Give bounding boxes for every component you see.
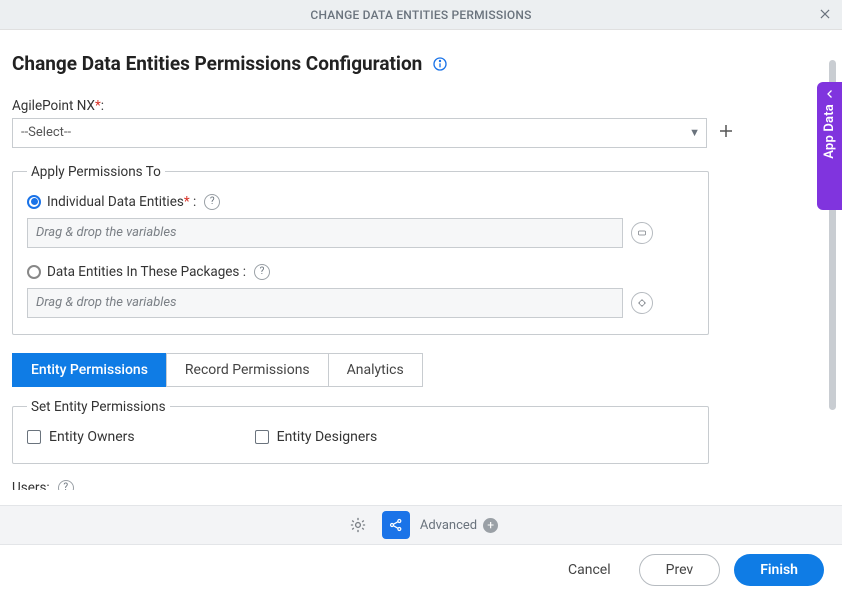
radio-individual-suffix: : <box>190 194 197 210</box>
footer-toolbar: Advanced + <box>0 505 842 545</box>
radio-dot <box>31 198 38 205</box>
dialog-header-title: CHANGE DATA ENTITIES PERMISSIONS <box>310 8 531 22</box>
plus-circle-icon: + <box>483 518 498 533</box>
tab-record-permissions[interactable]: Record Permissions <box>166 353 329 387</box>
apply-permissions-fieldset: Apply Permissions To Individual Data Ent… <box>12 164 709 335</box>
agilepoint-select-row: --Select-- ▼ <box>12 118 816 148</box>
agilepoint-label-text: AgilePoint NX <box>12 98 95 114</box>
agilepoint-label: AgilePoint NX*: <box>12 98 816 114</box>
radio-individual-row: Individual Data Entities* : ? <box>27 194 694 210</box>
plus-icon <box>717 122 735 140</box>
entity-slot-icon[interactable] <box>631 222 653 244</box>
tabs: Entity Permissions Record Permissions An… <box>12 353 709 387</box>
gear-icon <box>349 516 367 534</box>
dropzone-placeholder-2: Drag & drop the variables <box>36 295 177 310</box>
close-icon[interactable] <box>818 6 832 25</box>
page-title: Change Data Entities Permissions Configu… <box>12 52 422 75</box>
chevron-left-icon <box>824 88 836 100</box>
tab-entity-permissions[interactable]: Entity Permissions <box>12 353 167 387</box>
checkbox-entity-designers[interactable]: Entity Designers <box>255 429 378 445</box>
dropzone-placeholder: Drag & drop the variables <box>36 225 177 240</box>
checkbox-entity-owners[interactable]: Entity Owners <box>27 429 135 445</box>
set-entity-permissions-fieldset: Set Entity Permissions Entity Owners Ent… <box>12 399 709 464</box>
share-icon <box>388 517 404 533</box>
info-icon[interactable] <box>432 56 448 76</box>
agilepoint-select-value: --Select-- <box>21 125 71 140</box>
footer: Advanced + Cancel Prev Finish <box>0 505 842 595</box>
page-title-row: Change Data Entities Permissions Configu… <box>12 52 816 76</box>
finish-button[interactable]: Finish <box>734 554 824 586</box>
checkbox-box <box>27 430 41 444</box>
help-icon-2[interactable]: ? <box>254 264 270 280</box>
help-icon[interactable]: ? <box>204 194 220 210</box>
individual-dropzone[interactable]: Drag & drop the variables <box>27 218 623 248</box>
settings-button[interactable] <box>344 511 372 539</box>
footer-actions: Cancel Prev Finish <box>0 545 842 595</box>
apply-permissions-legend: Apply Permissions To <box>27 164 165 180</box>
cancel-button[interactable]: Cancel <box>554 554 625 586</box>
content-area: App Data Change Data Entities Permission… <box>0 30 842 490</box>
help-icon-3[interactable]: ? <box>58 480 74 490</box>
users-row: Users: ? <box>12 480 816 490</box>
radio-packages-row: Data Entities In These Packages : ? <box>27 264 694 280</box>
side-tab-label: App Data <box>822 104 837 159</box>
dialog-header: CHANGE DATA ENTITIES PERMISSIONS <box>0 0 842 30</box>
chevron-down-icon: ▼ <box>689 126 700 139</box>
agilepoint-select[interactable]: --Select-- ▼ <box>12 118 707 148</box>
advanced-label: Advanced <box>420 518 477 533</box>
checkbox-box-2 <box>255 430 269 444</box>
radio-individual-text: Individual Data Entities <box>47 194 184 210</box>
set-entity-permissions-legend: Set Entity Permissions <box>27 399 170 415</box>
checkbox-entity-designers-label: Entity Designers <box>277 429 378 445</box>
radio-packages[interactable] <box>27 265 41 279</box>
packages-dropzone-row: Drag & drop the variables <box>27 288 694 318</box>
radio-individual-label: Individual Data Entities* : <box>47 194 196 210</box>
add-button[interactable] <box>717 122 735 144</box>
share-button[interactable] <box>382 511 410 539</box>
checkbox-entity-owners-label: Entity Owners <box>49 429 135 445</box>
label-colon: : <box>101 98 104 114</box>
users-label: Users: <box>12 480 50 490</box>
checkbox-row: Entity Owners Entity Designers <box>27 429 694 445</box>
prev-button[interactable]: Prev <box>639 554 721 586</box>
advanced-toggle[interactable]: Advanced + <box>420 518 498 533</box>
radio-packages-label: Data Entities In These Packages : <box>47 264 246 280</box>
individual-dropzone-row: Drag & drop the variables <box>27 218 694 248</box>
tab-analytics[interactable]: Analytics <box>328 353 423 387</box>
side-tab-app-data[interactable]: App Data <box>817 82 842 210</box>
radio-individual[interactable] <box>27 195 41 209</box>
packages-dropzone[interactable]: Drag & drop the variables <box>27 288 623 318</box>
main-content: Change Data Entities Permissions Configu… <box>0 30 842 490</box>
package-slot-icon[interactable] <box>631 292 653 314</box>
